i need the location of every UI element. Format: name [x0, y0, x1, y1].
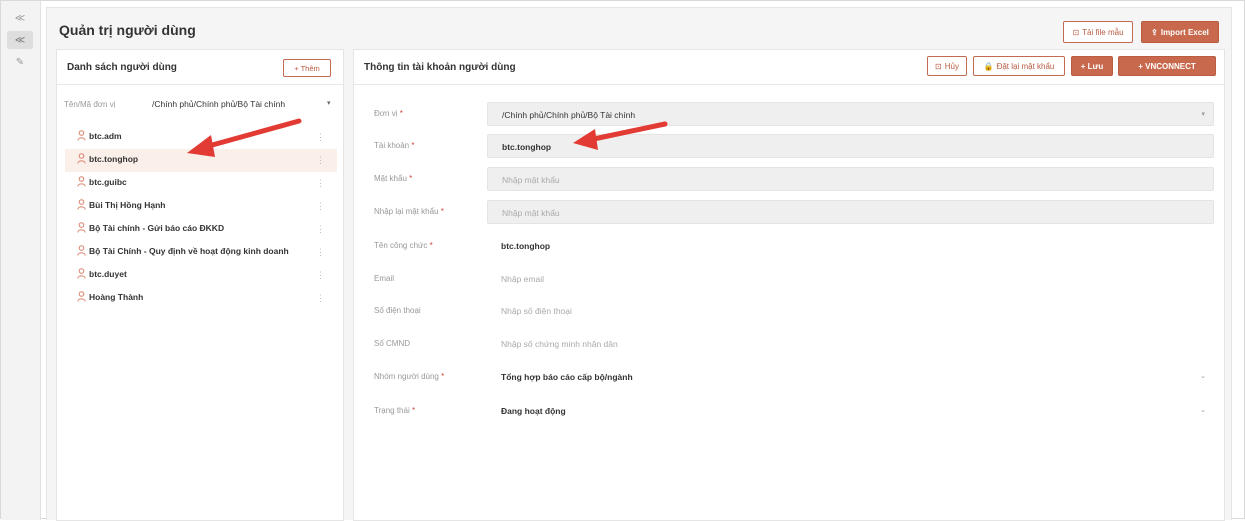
user-icon: [77, 199, 86, 210]
user-list-item[interactable]: btc.duyet ⋮: [65, 264, 337, 287]
user-list-item[interactable]: btc.guibc ⋮: [65, 172, 337, 195]
more-options-icon[interactable]: ⋮: [316, 177, 325, 190]
id-number-input[interactable]: Nhập số chứng minh nhân dân: [487, 332, 1214, 356]
more-options-icon[interactable]: ⋮: [316, 200, 325, 213]
vnconnect-button[interactable]: + VNCONNECT: [1118, 56, 1216, 76]
user-list-item[interactable]: Bộ Tài chính - Gửi báo cáo ĐKKD ⋮: [65, 218, 337, 241]
status-row: Trạng thái * Đang hoạt động ⌄: [362, 399, 1214, 423]
edit-nav-icon[interactable]: ✎: [7, 53, 33, 71]
import-excel-button[interactable]: ⇪ Import Excel: [1141, 21, 1219, 43]
app-window: ≪ ≪ ✎ Quản trị người dùng ⊡ Tải file mẫu…: [0, 0, 1245, 521]
more-options-icon[interactable]: ⋮: [316, 246, 325, 259]
download-template-button[interactable]: ⊡ Tải file mẫu: [1063, 21, 1133, 43]
phone-row: Số điện thoại Nhập số điện thoại: [362, 299, 1214, 323]
password-row: Mật khẩu * Nhập mật khẩu: [362, 167, 1214, 191]
user-list-panel: Danh sách người dùng + Thêm Tên/Mã đơn v…: [56, 49, 344, 521]
group-select[interactable]: Tổng hợp báo cáo cấp bộ/ngành ⌄: [487, 365, 1214, 389]
confirm-password-input[interactable]: Nhập mật khẩu: [487, 200, 1214, 224]
lock-icon: 🔒: [983, 61, 994, 71]
email-input[interactable]: Nhập email: [487, 267, 1214, 291]
users-nav-icon[interactable]: ≪: [7, 31, 33, 49]
divider: [57, 84, 343, 85]
unit-select[interactable]: /Chính phủ/Chính phủ/Bộ Tài chính ▾: [487, 102, 1214, 126]
user-name: Hoàng Thành: [89, 292, 144, 302]
fullname-row: Tên công chức * btc.tonghop: [362, 234, 1214, 258]
user-name: btc.tonghop: [89, 154, 139, 164]
chevron-down-icon: ⌄: [1200, 407, 1206, 414]
more-options-icon[interactable]: ⋮: [316, 292, 325, 305]
user-list-item[interactable]: Hoàng Thành ⋮: [65, 287, 337, 310]
id-number-label: Số CMND: [374, 339, 411, 348]
more-options-icon[interactable]: ⋮: [316, 154, 325, 167]
account-label: Tài khoản *: [374, 141, 415, 150]
unit-filter-label: Tên/Mã đơn vị: [64, 100, 116, 109]
main-content: Quản trị người dùng ⊡ Tải file mẫu ⇪ Imp…: [46, 7, 1232, 521]
chevron-down-icon[interactable]: ▾: [327, 99, 331, 107]
group-row: Nhóm người dùng * Tổng hợp báo cáo cấp b…: [362, 365, 1214, 389]
reset-password-button[interactable]: 🔒 Đặt lại mật khẩu: [973, 56, 1065, 76]
confirm-password-row: Nhập lại mật khẩu * Nhập mật khẩu: [362, 200, 1214, 224]
collapse-sidebar-icon[interactable]: ≪: [7, 9, 33, 27]
icon-rail: ≪ ≪ ✎: [1, 1, 41, 520]
user-icon: [77, 245, 86, 256]
fullname-label: Tên công chức *: [374, 241, 433, 250]
user-name: Bộ Tài Chính - Quy định về hoạt động kin…: [89, 246, 289, 256]
save-button[interactable]: + Lưu: [1071, 56, 1113, 76]
phone-label: Số điện thoại: [374, 306, 421, 315]
upload-icon: ⇪: [1151, 27, 1158, 37]
user-icon: [77, 222, 86, 233]
status-label: Trạng thái *: [374, 406, 416, 415]
more-options-icon[interactable]: ⋮: [316, 131, 325, 144]
user-list-item[interactable]: Bùi Thị Hồng Hạnh ⋮: [65, 195, 337, 218]
chevron-down-icon: ⌄: [1200, 373, 1206, 380]
user-name: btc.duyet: [89, 269, 127, 279]
phone-input[interactable]: Nhập số điện thoại: [487, 299, 1214, 323]
user-list-item[interactable]: btc.tonghop ⋮: [65, 149, 337, 172]
confirm-password-label: Nhập lại mật khẩu *: [374, 207, 444, 216]
fullname-input[interactable]: btc.tonghop: [487, 234, 1214, 258]
add-user-button[interactable]: + Thêm: [283, 59, 331, 77]
id-number-row: Số CMND Nhập số chứng minh nhân dân: [362, 332, 1214, 356]
email-label: Email: [374, 274, 395, 283]
user-icon: [77, 291, 86, 302]
group-label: Nhóm người dùng *: [374, 372, 445, 381]
account-input[interactable]: btc.tonghop: [487, 134, 1214, 158]
account-info-title: Thông tin tài khoản người dùng: [364, 62, 516, 73]
unit-row: Đơn vị * /Chính phủ/Chính phủ/Bộ Tài chí…: [362, 102, 1214, 126]
password-label: Mật khẩu *: [374, 174, 413, 183]
email-row: Email Nhập email: [362, 267, 1214, 291]
page-title: Quản trị người dùng: [59, 22, 196, 38]
user-icon: [77, 153, 86, 164]
user-name: btc.guibc: [89, 177, 127, 187]
divider: [354, 84, 1224, 85]
unit-filter-select[interactable]: /Chính phủ/Chính phủ/Bộ Tài chính: [152, 99, 285, 109]
user-name: btc.adm: [89, 131, 122, 141]
account-info-panel: Thông tin tài khoản người dùng ⊡ Hủy 🔒 Đ…: [353, 49, 1225, 521]
user-list-item[interactable]: btc.adm ⋮: [65, 126, 337, 149]
password-input[interactable]: Nhập mật khẩu: [487, 167, 1214, 191]
user-list-item[interactable]: Bộ Tài Chính - Quy định về hoạt động kin…: [65, 241, 337, 264]
chevron-down-icon: ▾: [1201, 111, 1205, 118]
more-options-icon[interactable]: ⋮: [316, 223, 325, 236]
cancel-button[interactable]: ⊡ Hủy: [927, 56, 967, 76]
clear-icon: ⊡: [935, 61, 942, 71]
user-name: Bộ Tài chính - Gửi báo cáo ĐKKD: [89, 223, 225, 233]
more-options-icon[interactable]: ⋮: [316, 269, 325, 282]
clear-icon: ⊡: [1072, 27, 1080, 37]
status-select[interactable]: Đang hoạt động ⌄: [487, 399, 1214, 423]
user-name: Bùi Thị Hồng Hạnh: [89, 200, 166, 210]
unit-label: Đơn vị *: [374, 109, 403, 118]
user-icon: [77, 176, 86, 187]
user-list-title: Danh sách người dùng: [67, 62, 177, 73]
account-row: Tài khoản * btc.tonghop: [362, 134, 1214, 158]
user-icon: [77, 130, 86, 141]
user-list: btc.adm ⋮ btc.tonghop ⋮ btc.guibc ⋮ Bùi Thị Hồ…: [65, 126, 337, 310]
user-icon: [77, 268, 86, 279]
